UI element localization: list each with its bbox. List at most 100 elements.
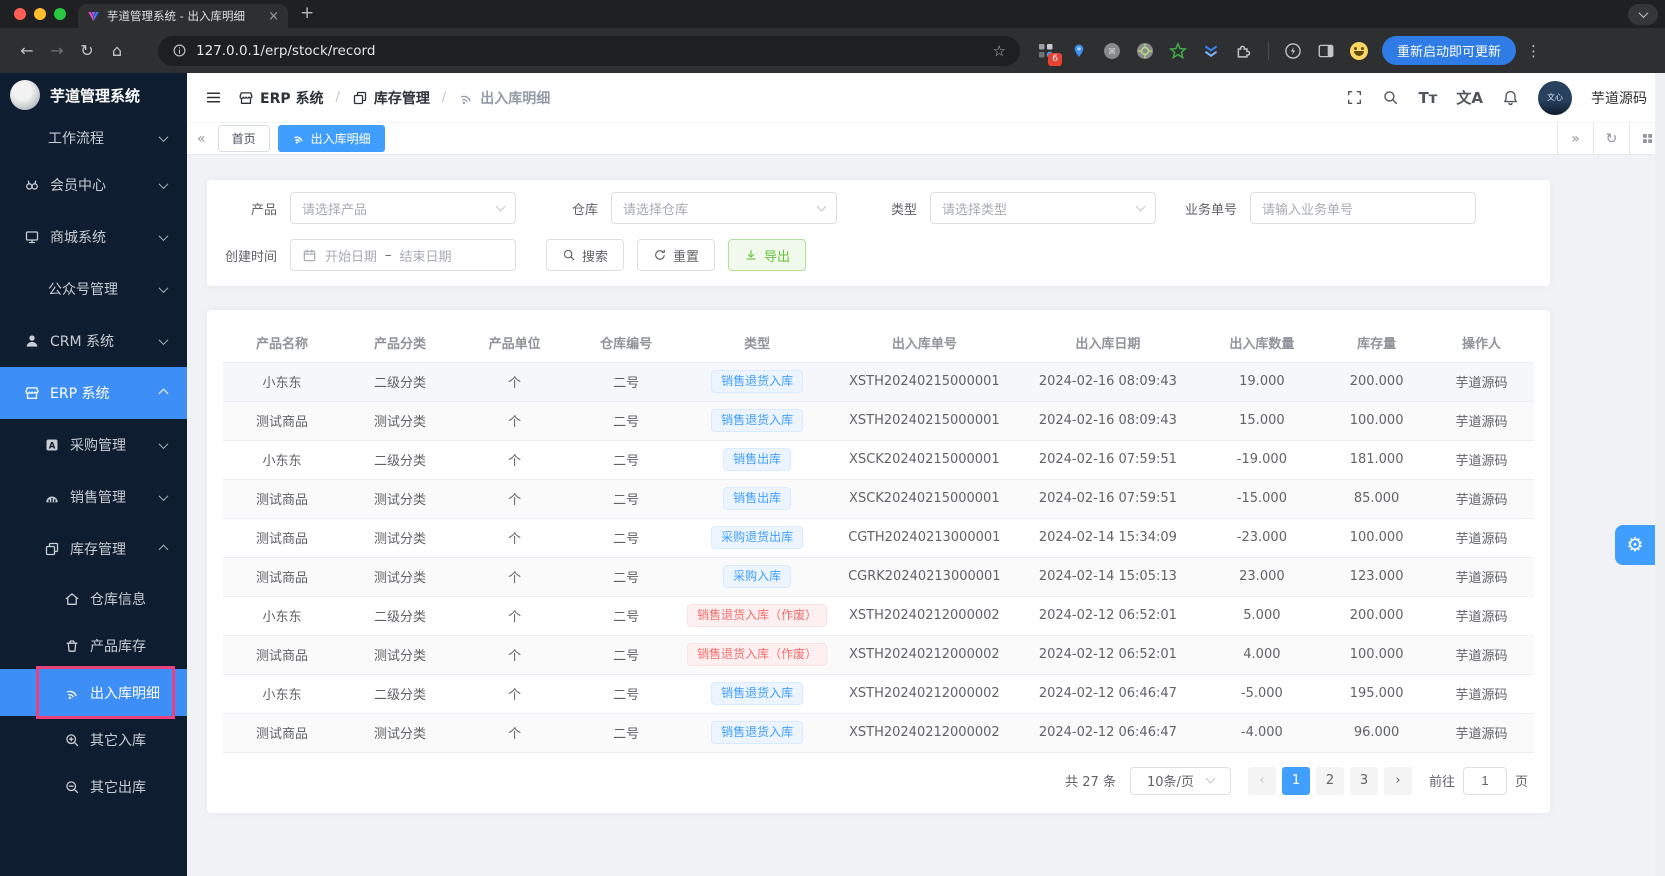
sidebar-item-13[interactable]: 其它出库 xyxy=(0,763,187,810)
fullscreen-icon[interactable] xyxy=(1346,89,1363,106)
date-range-input[interactable]: 开始日期 – 结束日期 xyxy=(290,239,516,271)
browser-tab[interactable]: 芋道管理系统 - 出入库明细 × xyxy=(78,4,288,28)
content-area: 产品 请选择产品 仓库 请选择仓库 类型 请选择类型 业务单号 请输入业务单号 xyxy=(187,155,1665,876)
address-bar[interactable]: 127.0.0.1/erp/stock/record ☆ xyxy=(158,35,1020,66)
product-select[interactable]: 请选择产品 xyxy=(290,192,516,224)
window-zoom-button[interactable] xyxy=(54,8,66,20)
extension-pin-icon[interactable] xyxy=(1070,42,1088,60)
table-row: 小东东 二级分类个二号 销售退货入库（作废） XSTH20240212000002 20… xyxy=(223,596,1534,636)
chevron-down-icon xyxy=(158,490,169,501)
sidebar-item-9[interactable]: 仓库信息 xyxy=(0,575,187,622)
stock-icon xyxy=(352,90,368,106)
cell-category: 二级分类 xyxy=(340,440,459,480)
page-tab-home[interactable]: 首页 xyxy=(217,125,270,152)
table-row: 小东东 二级分类个二号 销售退货入库 XSTH20240212000002 2024-0… xyxy=(223,674,1534,714)
next-page-button[interactable]: › xyxy=(1383,766,1412,795)
url-text[interactable]: 127.0.0.1/erp/stock/record xyxy=(196,43,984,59)
type-select[interactable]: 请选择类型 xyxy=(930,192,1156,224)
bizno-input[interactable]: 请输入业务单号 xyxy=(1250,192,1476,224)
sidebar-item-3[interactable]: 公众号管理 xyxy=(0,263,187,315)
username[interactable]: 芋道源码 xyxy=(1591,88,1647,108)
page-button-2[interactable]: 2 xyxy=(1315,766,1344,795)
page-button-3[interactable]: 3 xyxy=(1349,766,1378,795)
brand-logo-avatar xyxy=(10,80,40,110)
cell-stock: 100.000 xyxy=(1324,401,1430,441)
forward-icon[interactable]: → xyxy=(42,41,72,60)
chrome-update-button[interactable]: 重新启动即可更新 xyxy=(1382,36,1517,65)
extension-chevrons-icon[interactable] xyxy=(1202,42,1220,60)
breadcrumb-item-erp[interactable]: ERP 系统 xyxy=(238,88,323,108)
sidebar-item-4[interactable]: CRM 系统 xyxy=(0,315,187,367)
cell-unit: 个 xyxy=(458,596,571,636)
search-button[interactable]: 搜索 xyxy=(546,239,625,271)
reload-icon[interactable]: ↻ xyxy=(72,41,102,60)
breadcrumb-item-stock[interactable]: 库存管理 xyxy=(352,88,430,108)
window-minimize-button[interactable] xyxy=(34,8,46,20)
back-icon[interactable]: ← xyxy=(12,41,42,60)
breadcrumb-separator: / xyxy=(441,90,447,105)
tab-search-button[interactable] xyxy=(1628,4,1658,25)
extensions-puzzle-icon[interactable] xyxy=(1235,42,1253,60)
side-panel-icon[interactable] xyxy=(1317,42,1335,60)
sidebar-item-5[interactable]: ERP 系统 xyxy=(0,367,187,419)
sidebar-item-label: 其它出库 xyxy=(90,779,146,796)
extension-green-star-icon[interactable] xyxy=(1169,41,1187,60)
sidebar-brand[interactable]: 芋道管理系统 xyxy=(0,73,187,117)
sidebar-item-label: ERP 系统 xyxy=(50,386,110,402)
sidebar-item-7[interactable]: 销售管理 xyxy=(0,471,187,523)
page-tab-record[interactable]: 出入库明细 xyxy=(277,125,385,152)
tabs-collapse-icon[interactable]: « xyxy=(197,131,206,147)
prev-page-button[interactable]: ‹ xyxy=(1247,766,1276,795)
cell-product: 测试商品 xyxy=(223,479,341,519)
sidebar-toggle-icon[interactable] xyxy=(205,89,222,106)
export-button[interactable]: 导出 xyxy=(728,239,807,271)
svg-text:A: A xyxy=(49,441,56,451)
sidebar-item-6[interactable]: A 采购管理 xyxy=(0,419,187,471)
reset-icon xyxy=(653,248,667,262)
tabs-refresh-icon[interactable]: ↻ xyxy=(1593,123,1629,154)
tabs-expand-icon[interactable]: » xyxy=(1557,123,1593,154)
cell-stock: 100.000 xyxy=(1324,518,1430,558)
extension-grid-icon[interactable]: 6 xyxy=(1037,42,1062,66)
extension-circle-icon-2[interactable] xyxy=(1136,42,1154,60)
battery-saver-icon[interactable] xyxy=(1284,42,1302,60)
theme-settings-button[interactable]: ⚙ xyxy=(1615,525,1655,565)
sidebar-item-8[interactable]: 库存管理 xyxy=(0,523,187,575)
home-icon[interactable]: ⌂ xyxy=(102,41,132,60)
window-controls xyxy=(14,8,66,20)
cell-stock: 123.000 xyxy=(1324,557,1430,597)
sidebar-item-12[interactable]: 其它入库 xyxy=(0,716,187,763)
warehouse-select[interactable]: 请选择仓库 xyxy=(611,192,837,224)
page-size-select[interactable]: 10条/页 xyxy=(1129,766,1231,795)
tab-close-icon[interactable]: × xyxy=(268,10,279,23)
bookmark-star-icon[interactable]: ☆ xyxy=(993,42,1006,60)
sidebar-item-11[interactable]: 出入库明细 xyxy=(0,669,187,716)
notification-bell-icon[interactable] xyxy=(1502,89,1519,106)
table-row: 测试商品 测试分类个二号 销售出库 XSCK20240215000001 2024-02… xyxy=(223,479,1534,519)
language-icon[interactable]: 文A xyxy=(1456,87,1483,108)
extension-badge: 6 xyxy=(1048,52,1062,66)
cell-unit: 个 xyxy=(458,479,571,519)
goto-page-input[interactable] xyxy=(1462,766,1507,795)
cell-unit: 个 xyxy=(458,518,571,558)
sidebar-item-1[interactable]: 会员中心 xyxy=(0,159,187,211)
user-avatar[interactable]: 文心 xyxy=(1538,80,1572,115)
new-tab-button[interactable]: + xyxy=(300,3,314,23)
sidebar-item-0[interactable]: 工作流程 xyxy=(0,117,187,159)
cell-category: 测试分类 xyxy=(340,479,459,519)
extension-circle-icon-1[interactable]: ⌘ xyxy=(1103,42,1121,60)
sidebar-item-10[interactable]: 产品库存 xyxy=(0,622,187,669)
profile-emoji-icon[interactable] xyxy=(1350,41,1368,60)
reset-button[interactable]: 重置 xyxy=(637,239,716,271)
site-info-icon[interactable] xyxy=(172,43,187,58)
page-button-1[interactable]: 1 xyxy=(1281,766,1310,795)
column-header: 类型 xyxy=(681,324,833,363)
window-close-button[interactable] xyxy=(14,8,26,20)
browser-scrollbar[interactable] xyxy=(1655,73,1665,876)
search-icon[interactable] xyxy=(1382,89,1399,106)
font-size-icon[interactable]: Tт xyxy=(1418,89,1437,107)
record-table: 产品名称 产品分类 产品单位 仓库编号 类型 出入库单号 出入库日期 出入库数量 库存量 操作人 … xyxy=(223,324,1534,753)
sidebar-item-2[interactable]: 商城系统 xyxy=(0,211,187,263)
cell-operator: 芋道源码 xyxy=(1429,440,1534,480)
browser-menu-icon[interactable]: ⋮ xyxy=(1526,42,1541,60)
